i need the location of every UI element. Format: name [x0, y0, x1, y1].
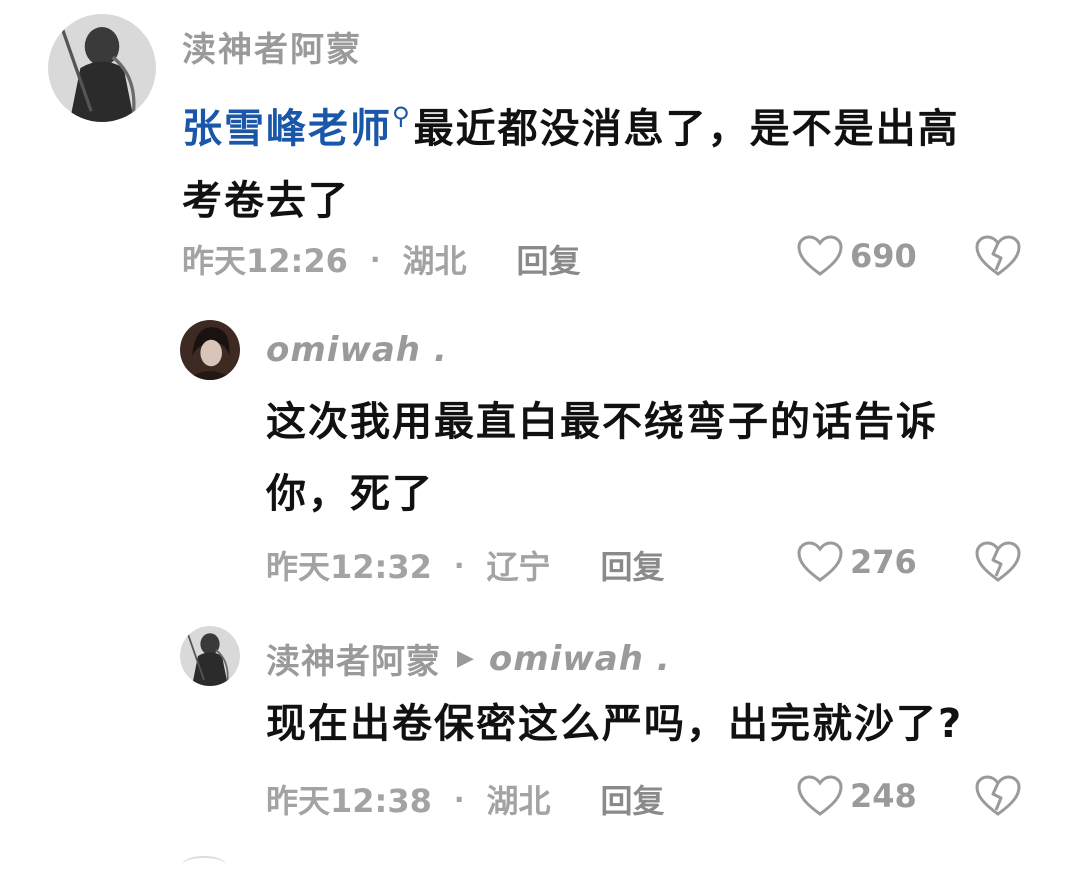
comment-meta: 昨天12:32 · 辽宁 回复 [266, 542, 665, 588]
comment-location: 辽宁 [486, 548, 551, 586]
search-icon: ⚲ [392, 102, 412, 130]
reply-button[interactable]: 回复 [601, 776, 665, 822]
reply-to-name[interactable]: omiwah . [489, 639, 671, 679]
reply-to-arrow-icon: ▶ [457, 646, 475, 671]
mention-link[interactable]: 张雪峰老师⚲ [182, 102, 414, 152]
comment-text: 张雪峰老师⚲最近都没消息了，是不是出高 考卷去了 [182, 80, 1042, 237]
author-name[interactable]: 渎神者阿蒙 [182, 22, 362, 71]
comment-text-line-2: 考卷去了 [182, 178, 350, 224]
next-avatar-edge [182, 856, 226, 874]
comment-text-line-1: 现在出卷保密这么严吗，出完就沙了? [266, 701, 964, 747]
avatar-dushenzhe[interactable] [48, 14, 156, 122]
avatar-image [48, 14, 156, 122]
comment-meta: 昨天12:26 · 湖北 回复 [182, 236, 581, 282]
comment-time: 昨天12:32 [266, 548, 432, 586]
comment-author[interactable]: 渎神者阿蒙 [182, 22, 362, 71]
like-button[interactable]: 248 [796, 774, 917, 818]
like-button[interactable]: 690 [796, 234, 917, 278]
mention-name[interactable]: 张雪峰老师 [182, 106, 392, 152]
heart-outline-icon [797, 775, 843, 816]
meta-separator: · [453, 548, 465, 582]
like-count: 248 [850, 777, 917, 815]
comment-2: omiwah . 这次我用最直白最不绕弯子的话告诉 你，死了 昨天12:32 ·… [0, 300, 1080, 600]
meta-separator: · [453, 782, 465, 816]
comment-text-line-2: 你，死了 [266, 471, 434, 517]
avatar-omiwah[interactable] [180, 320, 240, 380]
broken-heart-icon[interactable] [974, 774, 1022, 818]
like-count: 690 [850, 237, 917, 275]
comment-text: 这次我用最直白最不绕弯子的话告诉 你，死了 [266, 386, 1056, 530]
broken-heart-icon[interactable] [974, 234, 1022, 278]
like-count: 276 [850, 543, 917, 581]
comment-text: 现在出卷保密这么严吗，出完就沙了? [266, 688, 1066, 760]
reply-button[interactable]: 回复 [517, 236, 581, 282]
comment-author[interactable]: omiwah . [266, 330, 448, 370]
like-button[interactable]: 276 [796, 540, 917, 584]
comment-text-line-1: 最近都没消息了，是不是出高 [413, 106, 960, 152]
comment-meta: 昨天12:38 · 湖北 回复 [266, 776, 665, 822]
heart-outline-icon [797, 235, 843, 276]
author-name[interactable]: omiwah . [266, 330, 448, 370]
heart-outline-icon [797, 541, 843, 582]
comment-1: 渎神者阿蒙 张雪峰老师⚲最近都没消息了，是不是出高 考卷去了 昨天12:26 ·… [0, 0, 1080, 300]
avatar-image [180, 320, 240, 380]
author-name[interactable]: 渎神者阿蒙 [266, 634, 441, 683]
reply-button[interactable]: 回复 [601, 542, 665, 588]
meta-separator: · [369, 242, 381, 276]
comment-location: 湖北 [486, 782, 551, 820]
comment-location: 湖北 [402, 242, 467, 280]
comment-author[interactable]: 渎神者阿蒙 ▶ omiwah . [266, 634, 671, 683]
avatar-image [180, 626, 240, 686]
broken-heart-icon[interactable] [974, 540, 1022, 584]
avatar-dushenzhe[interactable] [180, 626, 240, 686]
comment-text-line-1: 这次我用最直白最不绕弯子的话告诉 [266, 399, 938, 445]
comment-3: 渎神者阿蒙 ▶ omiwah . 现在出卷保密这么严吗，出完就沙了? 昨天12:… [0, 600, 1080, 864]
comment-time: 昨天12:38 [266, 782, 432, 820]
comment-time: 昨天12:26 [182, 242, 348, 280]
